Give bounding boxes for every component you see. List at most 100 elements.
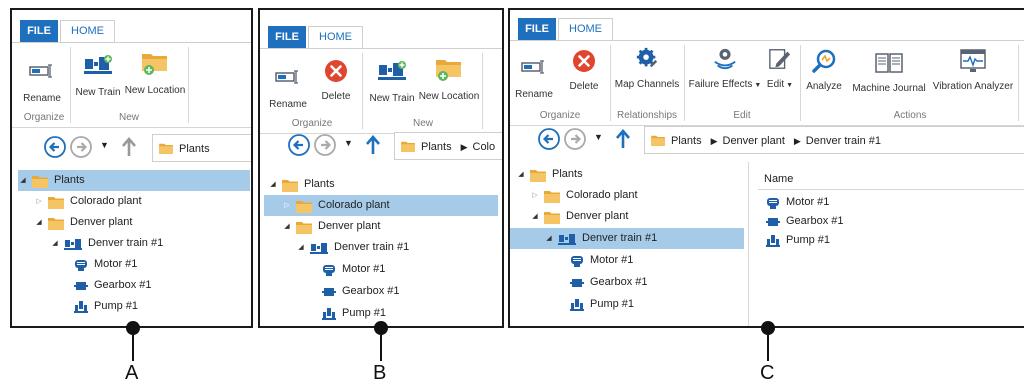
column-header-name[interactable]: Name bbox=[758, 168, 1024, 190]
collapse-triangle-icon[interactable]: ◢ bbox=[282, 216, 292, 237]
tree-node-denver-train[interactable]: ◢ Denver train #1 bbox=[50, 233, 163, 254]
new-location-button[interactable]: New Location bbox=[124, 47, 186, 96]
tree-node-gearbox[interactable]: Gearbox #1 bbox=[318, 281, 399, 302]
tree-label: Denver plant bbox=[566, 210, 629, 222]
tree-node-gearbox[interactable]: Gearbox #1 bbox=[566, 272, 647, 293]
tree-node-pump[interactable]: Pump #1 bbox=[70, 296, 138, 317]
breadcrumb-separator-icon: ▶ bbox=[460, 142, 468, 152]
forward-arrow-icon[interactable] bbox=[70, 136, 92, 158]
edit-button[interactable]: Edit ▼ bbox=[764, 45, 796, 90]
collapse-triangle-icon[interactable]: ◢ bbox=[296, 237, 306, 258]
up-arrow-icon[interactable] bbox=[364, 134, 382, 156]
tree-node-denver-plant[interactable]: ◢ Denver plant bbox=[282, 216, 380, 237]
tree-node-plants[interactable]: ◢ Plants bbox=[18, 170, 250, 191]
folder-icon bbox=[530, 168, 546, 182]
train-icon bbox=[310, 241, 328, 255]
rename-button[interactable]: Rename bbox=[20, 47, 64, 104]
breadcrumb-separator-icon: ▶ bbox=[710, 136, 718, 146]
tab-home[interactable]: HOME bbox=[308, 26, 363, 48]
collapse-triangle-icon[interactable]: ◢ bbox=[34, 212, 44, 233]
vibration-analyzer-button[interactable]: Vibration Analyzer bbox=[930, 45, 1016, 92]
tab-home[interactable]: HOME bbox=[558, 18, 613, 40]
list-item-label: Gearbox #1 bbox=[786, 215, 844, 227]
tree-label: Denver train #1 bbox=[88, 237, 164, 249]
new-train-button[interactable]: New Train bbox=[366, 53, 418, 104]
delete-button[interactable]: Delete bbox=[316, 53, 356, 102]
collapse-triangle-icon[interactable]: ◢ bbox=[516, 164, 526, 185]
machine-journal-button[interactable]: Machine Journal bbox=[852, 45, 926, 94]
tree-node-motor[interactable]: Motor #1 bbox=[318, 259, 385, 280]
tree-label: Denver plant bbox=[70, 216, 133, 228]
expand-triangle-icon[interactable]: ▷ bbox=[34, 191, 44, 212]
tree-node-gearbox[interactable]: Gearbox #1 bbox=[70, 275, 151, 296]
forward-arrow-icon[interactable] bbox=[314, 134, 336, 156]
breadcrumb-denver-plant[interactable]: Denver plant bbox=[723, 127, 785, 153]
gearbox-icon bbox=[74, 279, 88, 293]
address-bar[interactable]: Plants ▶ Denver plant ▶ Denver train #1 bbox=[644, 126, 1024, 154]
tab-file[interactable]: FILE bbox=[518, 18, 556, 40]
collapse-triangle-icon[interactable]: ◢ bbox=[544, 228, 554, 249]
failure-effects-button[interactable]: Failure Effects ▼ bbox=[686, 45, 764, 90]
breadcrumb-plants[interactable]: Plants bbox=[421, 133, 452, 159]
new-location-button[interactable]: New Location bbox=[418, 53, 480, 102]
analyze-button[interactable]: Analyze bbox=[804, 45, 844, 92]
up-arrow-icon[interactable] bbox=[120, 136, 138, 158]
tree-node-colorado-plant[interactable]: ▷ Colorado plant bbox=[530, 185, 638, 206]
tree-node-motor[interactable]: Motor #1 bbox=[70, 254, 137, 275]
delete-button[interactable]: Delete bbox=[564, 45, 604, 92]
map-channels-label: Map Channels bbox=[614, 79, 680, 90]
tab-file[interactable]: FILE bbox=[20, 20, 58, 42]
tree-node-colorado-plant[interactable]: ▷ Colorado plant bbox=[34, 191, 142, 212]
tree-node-denver-plant[interactable]: ◢ Denver plant bbox=[530, 206, 628, 227]
collapse-triangle-icon[interactable]: ◢ bbox=[50, 233, 60, 254]
tree-node-colorado-plant[interactable]: ▷ Colorado plant bbox=[264, 195, 498, 216]
group-separator bbox=[188, 47, 189, 123]
list-item[interactable]: Motor #1 bbox=[766, 192, 829, 213]
rename-button[interactable]: Rename bbox=[512, 45, 556, 100]
history-dropdown-icon[interactable]: ▼ bbox=[100, 140, 109, 150]
rename-icon bbox=[275, 65, 301, 89]
history-dropdown-icon[interactable]: ▼ bbox=[344, 138, 353, 148]
address-bar[interactable]: Plants ▶ Colo bbox=[394, 132, 502, 160]
address-bar[interactable]: Plants bbox=[152, 134, 251, 162]
back-arrow-icon[interactable] bbox=[44, 136, 66, 158]
tree-node-denver-plant[interactable]: ◢ Denver plant bbox=[34, 212, 132, 233]
new-train-icon bbox=[84, 53, 112, 77]
tree-node-plants[interactable]: ◢ Plants bbox=[516, 164, 583, 185]
up-arrow-icon[interactable] bbox=[614, 128, 632, 150]
tree-node-motor[interactable]: Motor #1 bbox=[566, 250, 633, 271]
tree-label: Gearbox #1 bbox=[94, 279, 152, 291]
tree-node-plants[interactable]: ◢ Plants bbox=[268, 174, 335, 195]
breadcrumb-plants[interactable]: Plants bbox=[179, 135, 210, 161]
rename-button[interactable]: Rename bbox=[266, 53, 310, 110]
back-arrow-icon[interactable] bbox=[288, 134, 310, 156]
back-arrow-icon[interactable] bbox=[538, 128, 560, 150]
breadcrumb-denver-train[interactable]: Denver train #1 bbox=[806, 127, 881, 153]
tree-node-pump[interactable]: Pump #1 bbox=[566, 294, 634, 315]
breadcrumb-plants[interactable]: Plants bbox=[671, 127, 702, 153]
expand-triangle-icon[interactable]: ▷ bbox=[530, 185, 540, 206]
motor-icon bbox=[322, 263, 336, 277]
tree-node-denver-train[interactable]: ◢ Denver train #1 bbox=[510, 228, 744, 249]
map-channels-button[interactable]: Map Channels bbox=[614, 45, 680, 90]
list-item[interactable]: Pump #1 bbox=[766, 230, 830, 251]
collapse-triangle-icon[interactable]: ◢ bbox=[268, 174, 278, 195]
tab-home[interactable]: HOME bbox=[60, 20, 115, 42]
expand-triangle-icon[interactable]: ▷ bbox=[282, 195, 292, 216]
folder-icon bbox=[159, 142, 173, 154]
pane-splitter[interactable] bbox=[748, 162, 749, 326]
list-item[interactable]: Gearbox #1 bbox=[766, 211, 843, 232]
history-dropdown-icon[interactable]: ▼ bbox=[594, 132, 603, 142]
tab-file[interactable]: FILE bbox=[268, 26, 306, 48]
tree-node-denver-train[interactable]: ◢ Denver train #1 bbox=[296, 237, 409, 258]
train-icon bbox=[64, 237, 82, 251]
tree-node-pump[interactable]: Pump #1 bbox=[318, 303, 386, 324]
collapse-triangle-icon[interactable]: ◢ bbox=[18, 170, 28, 191]
new-location-label: New Location bbox=[418, 91, 480, 102]
new-train-button[interactable]: New Train bbox=[72, 47, 124, 98]
forward-arrow-icon[interactable] bbox=[564, 128, 586, 150]
breadcrumb-colorado[interactable]: Colo bbox=[473, 133, 496, 159]
new-train-label: New Train bbox=[75, 87, 121, 98]
ribbon-tabs: FILE HOME bbox=[268, 26, 363, 48]
collapse-triangle-icon[interactable]: ◢ bbox=[530, 206, 540, 227]
